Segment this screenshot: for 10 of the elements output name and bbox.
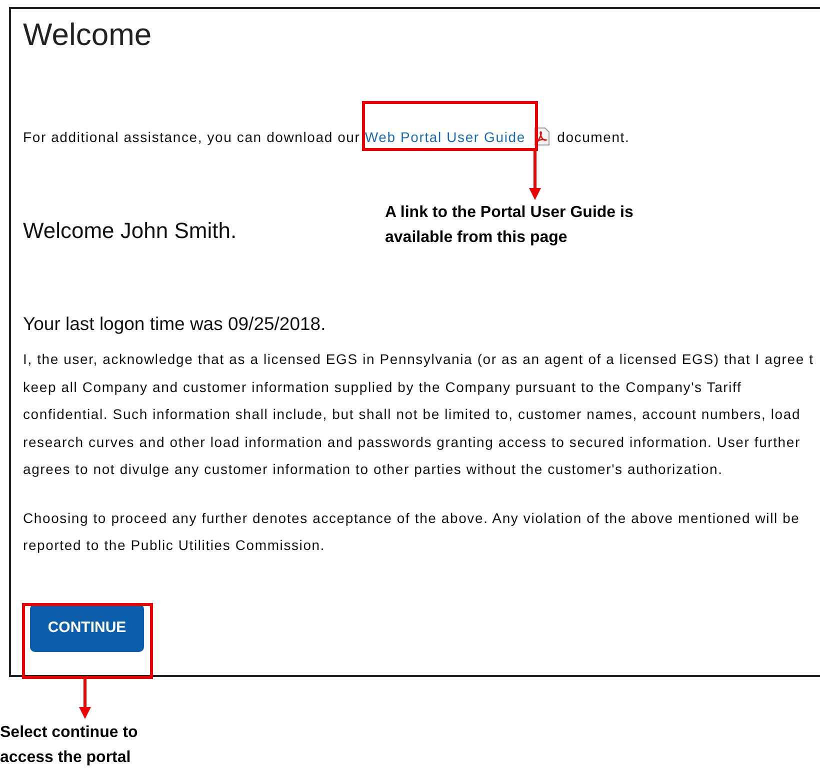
user-guide-link[interactable]: Web Portal User Guide: [364, 128, 526, 146]
last-logon-text: Your last logon time was 09/25/2018.: [23, 312, 326, 336]
assistance-text: For additional assistance, you can download our Web Portal User Guide document.: [23, 127, 630, 146]
agreement-paragraph: I, the user, acknowledge that as a licensed EGS in Pennsylvania (or as an agent of a licensed EGS) that I agree t keep all Company and customer information supplied by the Company pursuant to the Company's Tariff confidential. Such information shall include, but shall not be limited to, customer names, account numbers, load research curves and other load information and passwords granting access to secured information. User further agrees to not divulge any customer information to other parties without the customer's authorization.: [23, 350, 814, 479]
notice-paragraph: Choosing to proceed any further denotes acceptance of the above. Any violation of the above mentioned will be reported to the Public Utilities Commission.: [23, 508, 800, 555]
page-title: Welcome: [23, 17, 153, 53]
callout-text: A link to the Portal User Guide is available from this page: [385, 203, 634, 248]
continue-button[interactable]: CONTINUE: [30, 604, 144, 652]
greeting-heading: Welcome John Smith.: [23, 218, 237, 244]
callout-text: Select continue to access the portal: [0, 723, 138, 768]
